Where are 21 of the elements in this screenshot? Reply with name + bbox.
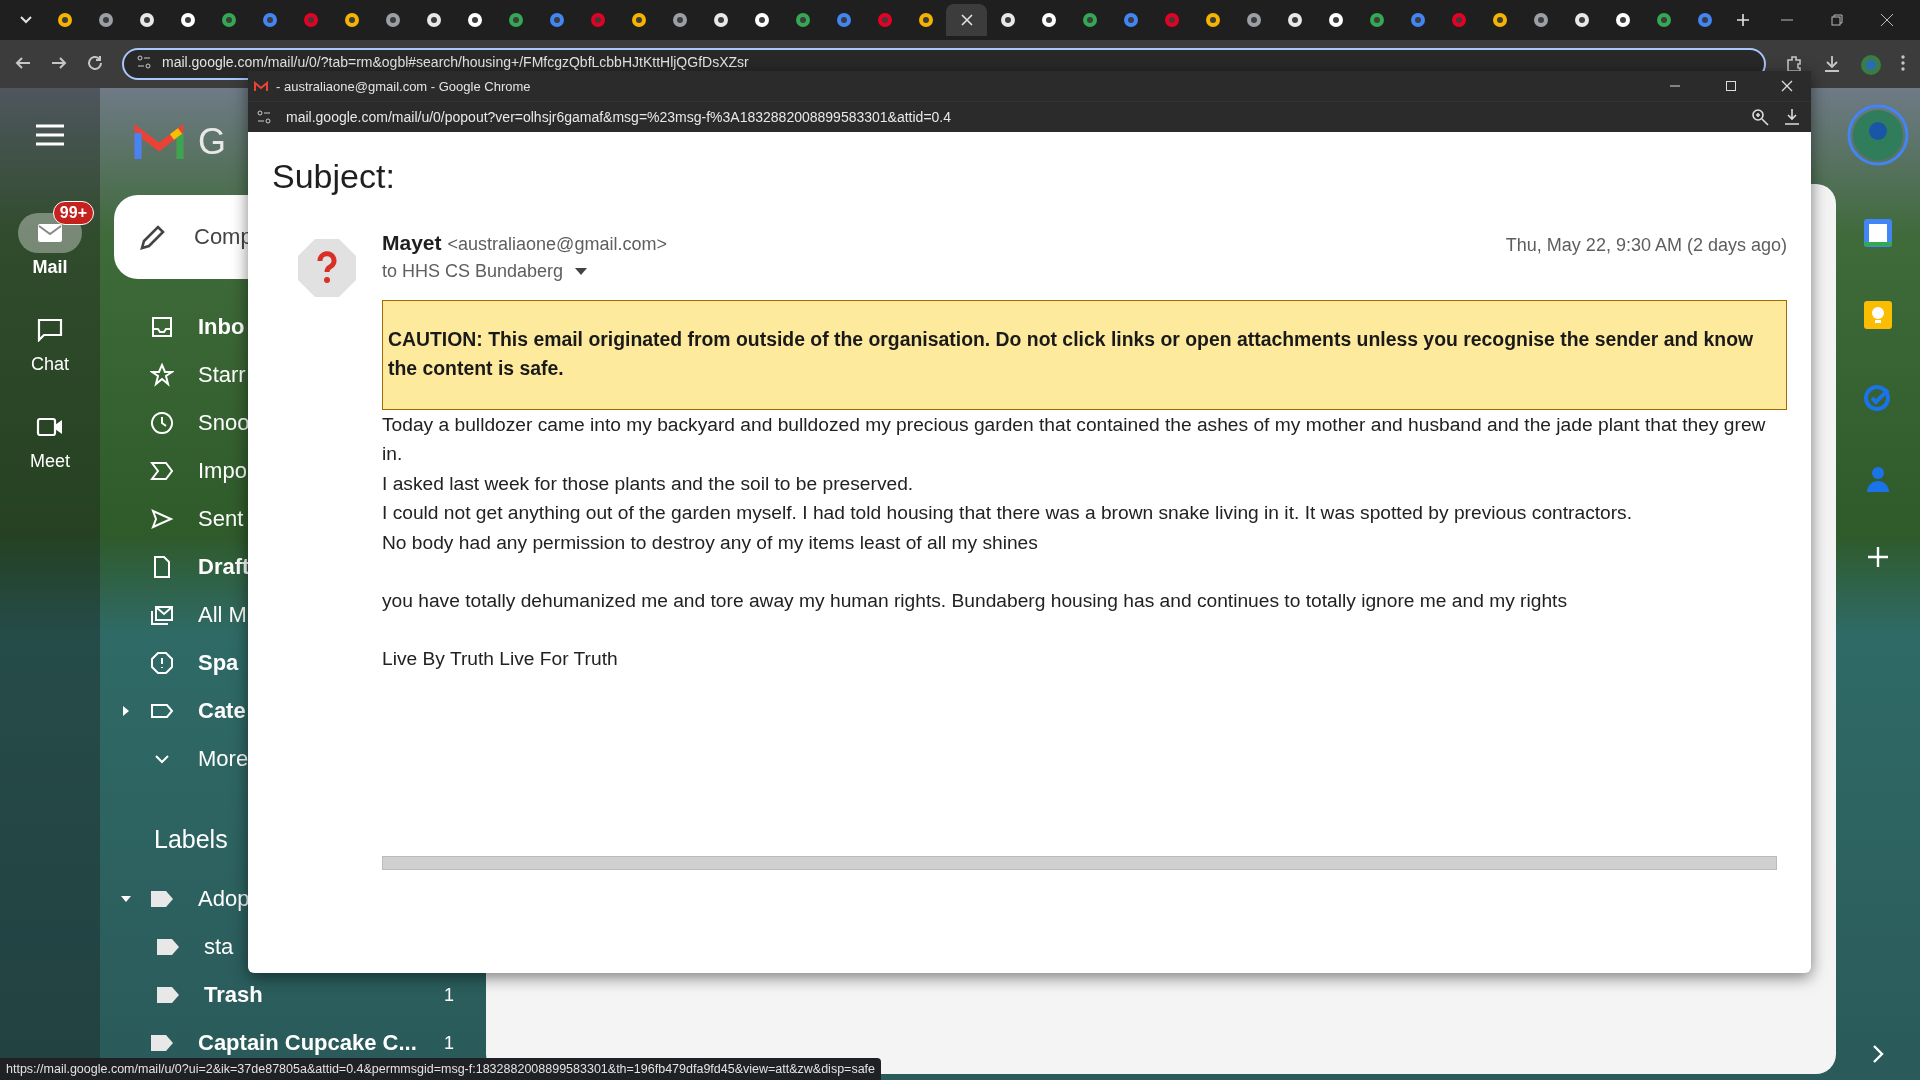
email-date: Thu, May 22, 9:30 AM (2 days ago): [1505, 235, 1787, 256]
body-text: I could not get anything out of the garden myself. I had told housing that there was a brown snake living in it. It was spotted by previous contractors.: [382, 501, 1634, 526]
body-text: Today a bulldozer came into my backyard and bulldozed my precious garden that contained the ashes of my mother and husband and the jade plant that they grew in.: [382, 413, 1767, 467]
unread-count: 1: [444, 984, 454, 1006]
body-text: you have totally dehumanized me and tore away my human rights. Bundaberg housing has and continues to totally ignore me and my rights: [382, 589, 1568, 614]
sender-name: Mayet: [382, 231, 442, 255]
body-text: No body had any permission to destroy any of my items least of all my shines: [382, 530, 1039, 555]
body-text: Live By Truth Live For Truth: [382, 647, 619, 672]
unread-count: 1: [444, 1032, 454, 1054]
app-name: G: [198, 120, 226, 163]
unread-count-badge: 99+: [52, 201, 94, 225]
caution-text: CAUTION: This email originated from outside of the organisation. Do not click links or open attachments unless you recognise the sender and know the content is safe.: [388, 327, 1755, 381]
url-text: mail.google.com/mail/u/0/popout?ver=olhsjr6gamaf&msg=%23msg-f%3A1832882008899583301&attid=0.4: [286, 109, 952, 125]
labels-heading: Labels: [153, 823, 229, 855]
body-text: I asked last week for those plants and the soil to be preserved.: [382, 471, 915, 496]
sender-email: <australiaone@gmail.com>: [447, 234, 667, 255]
recipient-text: to HHS CS Bundaberg: [382, 261, 564, 282]
status-bar-url: https://mail.google.com/mail/u/0?ui=2&ik=37de87805a&attid=0.4&permmsgid=msg-f:1832882008899583301&th=196fb479dfa9fd45&view=att&zw&disp=safe: [0, 1058, 881, 1080]
url-text: mail.google.com/mail/u/0/?tab=rm&ogbl#search/housing+/FMfcgzQbfLcbbHJtKttHljQGfDsXZsr: [162, 54, 749, 70]
email-subject: Subject:: [272, 157, 396, 196]
window-title: - australiaone@gmail.com - Google Chrome: [276, 78, 531, 94]
